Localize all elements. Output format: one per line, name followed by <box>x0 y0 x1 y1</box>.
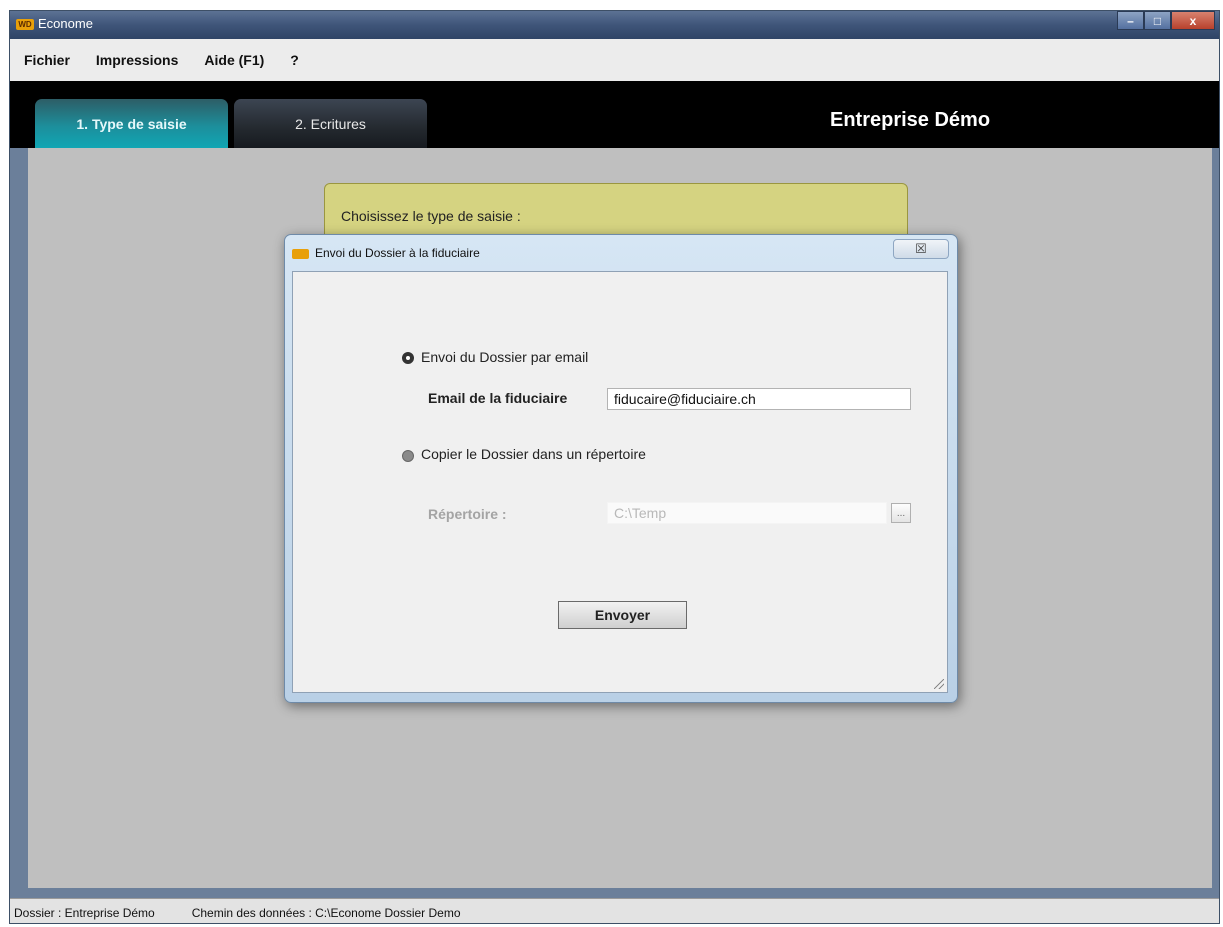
dialog-close-button[interactable]: ☒ <box>893 239 949 259</box>
directory-field[interactable] <box>607 502 887 524</box>
copy-option-radio[interactable] <box>402 450 414 462</box>
email-option-radio[interactable] <box>402 352 414 364</box>
copy-option-label[interactable]: Copier le Dossier dans un répertoire <box>421 446 646 462</box>
company-name: Entreprise Démo <box>830 109 991 131</box>
window-title: Econome <box>38 16 93 31</box>
menu-about[interactable]: ? <box>290 52 299 68</box>
tab-ecritures[interactable]: 2. Ecritures <box>234 99 427 148</box>
directory-field-label: Répertoire : <box>428 506 507 522</box>
send-dossier-dialog: Envoi du Dossier à la fiduciaire ☒ Envoi… <box>284 234 958 703</box>
app-logo-icon: WD <box>16 19 34 30</box>
send-button[interactable]: Envoyer <box>558 601 687 629</box>
close-button[interactable]: x <box>1171 11 1215 30</box>
resize-grip[interactable] <box>934 679 944 689</box>
menu-bar: Fichier Impressions Aide (F1) ? <box>10 39 1219 81</box>
dialog-logo-icon <box>292 249 309 259</box>
menu-fichier[interactable]: Fichier <box>24 52 70 68</box>
status-dossier: Dossier : Entreprise Démo <box>14 905 155 920</box>
menu-impressions[interactable]: Impressions <box>96 52 178 68</box>
menu-aide[interactable]: Aide (F1) <box>204 52 264 68</box>
dialog-body: Envoi du Dossier par email Email de la f… <box>292 271 948 693</box>
dialog-title: Envoi du Dossier à la fiduciaire <box>315 246 480 260</box>
status-bar: Dossier : Entreprise Démo Chemin des don… <box>10 898 1219 923</box>
info-prompt: Choisissez le type de saisie : <box>341 208 521 224</box>
email-option-label[interactable]: Envoi du Dossier par email <box>421 349 588 365</box>
email-field-label: Email de la fiduciaire <box>428 390 568 406</box>
maximize-button[interactable]: □ <box>1144 11 1171 30</box>
status-data-path: Chemin des données : C:\Econome Dossier … <box>191 905 461 920</box>
tab-type-de-saisie[interactable]: 1. Type de saisie <box>35 99 228 148</box>
tab-strip: 1. Type de saisie 2. Ecritures Entrepris… <box>10 81 1219 148</box>
minimize-button[interactable]: – <box>1117 11 1144 30</box>
window-controls: – □ x <box>1117 11 1215 31</box>
email-field[interactable] <box>607 388 911 410</box>
browse-directory-button[interactable]: ... <box>891 503 911 523</box>
title-bar[interactable]: WD Econome – □ x <box>10 11 1219 39</box>
